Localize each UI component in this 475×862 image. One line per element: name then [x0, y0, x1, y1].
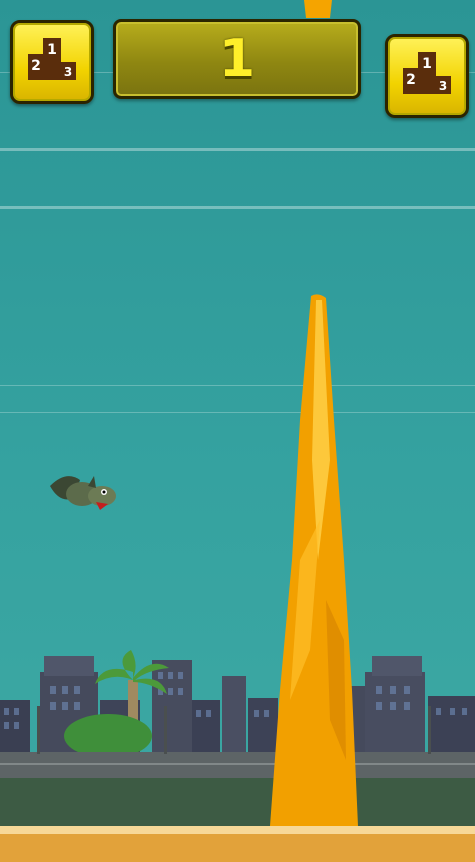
svg-text:1: 1: [422, 56, 432, 72]
podium-icon: 1 2 3: [28, 38, 76, 80]
road-line: [0, 763, 475, 765]
svg-text:3: 3: [439, 79, 447, 93]
game-scene: [0, 0, 475, 826]
score-panel: 1: [113, 19, 361, 99]
svg-text:1: 1: [47, 42, 57, 58]
svg-text:3: 3: [64, 65, 72, 79]
dragon-icon: [50, 476, 116, 510]
bush: [64, 714, 152, 758]
svg-text:2: 2: [406, 72, 416, 88]
score-value: 1: [218, 29, 256, 89]
fire-pillar: [270, 294, 358, 826]
sand-ground: [0, 826, 475, 862]
svg-text:2: 2: [31, 58, 41, 74]
top-pillar: [304, 0, 332, 18]
podium-icon: 1 2 3: [403, 52, 451, 94]
grass: [0, 778, 475, 826]
leaderboard-button-left[interactable]: 1 2 3: [10, 20, 94, 104]
leaderboard-button-right[interactable]: 1 2 3: [385, 34, 469, 118]
